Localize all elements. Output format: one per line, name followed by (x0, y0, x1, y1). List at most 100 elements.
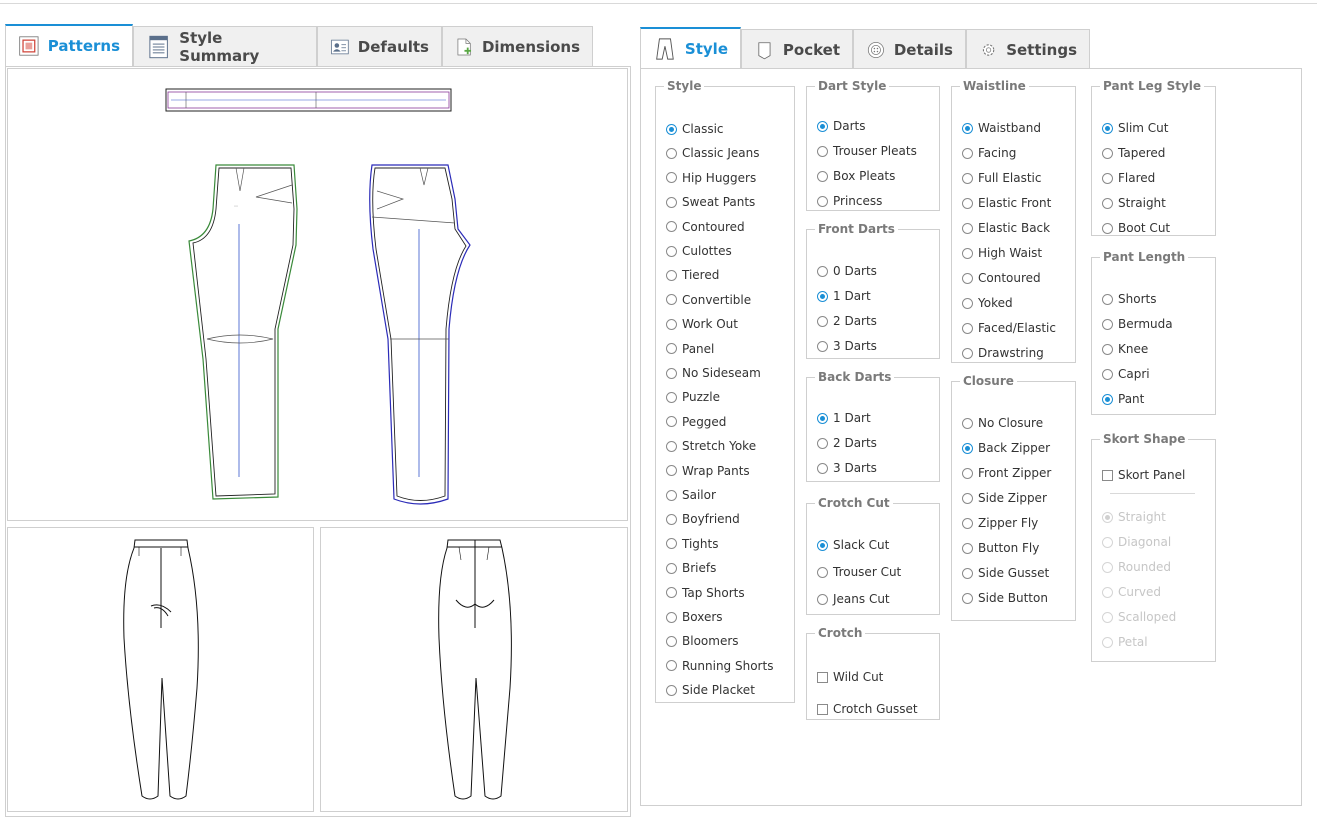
radio-front-darts-0-darts[interactable]: 0 Darts (817, 264, 877, 278)
radio-pant-length-shorts[interactable]: Shorts (1102, 292, 1156, 306)
radio-pant-leg-style-straight[interactable]: Straight (1102, 196, 1166, 210)
radio-button[interactable] (962, 592, 973, 604)
pattern-pieces-view[interactable]: :::: (7, 68, 628, 521)
radio-button[interactable] (817, 290, 828, 302)
radio-button[interactable] (666, 489, 677, 501)
radio-closure-side-gusset[interactable]: Side Gusset (962, 566, 1049, 580)
radio-waistline-elastic-back[interactable]: Elastic Back (962, 221, 1050, 235)
radio-button[interactable] (962, 172, 973, 184)
radio-button[interactable] (1102, 393, 1113, 405)
radio-button[interactable] (666, 611, 677, 623)
radio-dart-style-box-pleats[interactable]: Box Pleats (817, 169, 895, 183)
radio-button[interactable] (817, 145, 828, 157)
radio-button[interactable] (962, 467, 973, 479)
radio-front-darts-1-dart[interactable]: 1 Dart (817, 289, 871, 303)
radio-button[interactable] (962, 272, 973, 284)
back-view-pane[interactable] (320, 527, 628, 812)
radio-button[interactable] (817, 315, 828, 327)
tab-pocket[interactable]: Pocket (741, 29, 853, 69)
tab-dimensions[interactable]: Dimensions (442, 26, 593, 66)
tab-settings[interactable]: Settings (966, 29, 1090, 69)
radio-style-classic[interactable]: Classic (666, 122, 724, 136)
radio-button[interactable] (962, 567, 973, 579)
radio-button[interactable] (666, 513, 677, 525)
tab-style-summary[interactable]: Style Summary (133, 26, 317, 66)
checkbox-box[interactable] (817, 671, 828, 683)
radio-crotch-cut-jeans-cut[interactable]: Jeans Cut (817, 592, 890, 606)
radio-button[interactable] (817, 412, 828, 424)
radio-button[interactable] (666, 196, 677, 208)
radio-button[interactable] (666, 635, 677, 647)
radio-front-darts-3-darts[interactable]: 3 Darts (817, 339, 877, 353)
radio-closure-back-zipper[interactable]: Back Zipper (962, 441, 1050, 455)
radio-style-wrap-pants[interactable]: Wrap Pants (666, 464, 750, 478)
radio-style-briefs[interactable]: Briefs (666, 561, 716, 575)
radio-button[interactable] (962, 322, 973, 334)
radio-button[interactable] (666, 269, 677, 281)
radio-style-panel[interactable]: Panel (666, 342, 714, 356)
front-view-pane[interactable] (7, 527, 314, 812)
radio-style-classic-jeans[interactable]: Classic Jeans (666, 146, 759, 160)
radio-button[interactable] (666, 147, 677, 159)
radio-button[interactable] (666, 684, 677, 696)
radio-style-culottes[interactable]: Culottes (666, 244, 732, 258)
radio-button[interactable] (817, 437, 828, 449)
radio-button[interactable] (666, 294, 677, 306)
radio-waistline-yoked[interactable]: Yoked (962, 296, 1013, 310)
radio-waistline-waistband[interactable]: Waistband (962, 121, 1041, 135)
radio-back-darts-3-darts[interactable]: 3 Darts (817, 461, 877, 475)
radio-button[interactable] (962, 122, 973, 134)
radio-waistline-high-waist[interactable]: High Waist (962, 246, 1042, 260)
radio-button[interactable] (1102, 197, 1113, 209)
radio-button[interactable] (962, 492, 973, 504)
radio-button[interactable] (962, 222, 973, 234)
radio-style-stretch-yoke[interactable]: Stretch Yoke (666, 439, 756, 453)
tab-defaults[interactable]: Defaults (317, 26, 442, 66)
radio-button[interactable] (962, 197, 973, 209)
radio-style-side-placket[interactable]: Side Placket (666, 683, 755, 697)
radio-closure-no-closure[interactable]: No Closure (962, 416, 1043, 430)
radio-pant-length-bermuda[interactable]: Bermuda (1102, 317, 1173, 331)
radio-button[interactable] (666, 343, 677, 355)
radio-style-pegged[interactable]: Pegged (666, 415, 726, 429)
radio-button[interactable] (962, 147, 973, 159)
radio-button[interactable] (962, 517, 973, 529)
radio-button[interactable] (1102, 147, 1113, 159)
radio-crotch-cut-trouser-cut[interactable]: Trouser Cut (817, 565, 901, 579)
radio-button[interactable] (817, 566, 828, 578)
radio-button[interactable] (666, 391, 677, 403)
radio-style-convertible[interactable]: Convertible (666, 293, 751, 307)
radio-button[interactable] (817, 462, 828, 474)
radio-button[interactable] (962, 442, 973, 454)
radio-button[interactable] (666, 440, 677, 452)
radio-pant-length-pant[interactable]: Pant (1102, 392, 1144, 406)
radio-style-sweat-pants[interactable]: Sweat Pants (666, 195, 755, 209)
radio-closure-button-fly[interactable]: Button Fly (962, 541, 1039, 555)
radio-pant-length-knee[interactable]: Knee (1102, 342, 1148, 356)
radio-waistline-faced-elastic[interactable]: Faced/Elastic (962, 321, 1056, 335)
radio-button[interactable] (962, 542, 973, 554)
radio-button[interactable] (1102, 368, 1113, 380)
radio-style-boyfriend[interactable]: Boyfriend (666, 512, 740, 526)
radio-style-tap-shorts[interactable]: Tap Shorts (666, 586, 745, 600)
radio-style-work-out[interactable]: Work Out (666, 317, 738, 331)
radio-button[interactable] (666, 245, 677, 257)
radio-button[interactable] (962, 247, 973, 259)
radio-style-running-shorts[interactable]: Running Shorts (666, 659, 773, 673)
radio-pant-leg-style-slim-cut[interactable]: Slim Cut (1102, 121, 1168, 135)
radio-button[interactable] (1102, 122, 1113, 134)
radio-waistline-drawstring[interactable]: Drawstring (962, 346, 1044, 360)
radio-waistline-contoured[interactable]: Contoured (962, 271, 1041, 285)
radio-button[interactable] (1102, 172, 1113, 184)
radio-button[interactable] (1102, 293, 1113, 305)
radio-closure-side-button[interactable]: Side Button (962, 591, 1048, 605)
radio-button[interactable] (1102, 343, 1113, 355)
radio-pant-leg-style-flared[interactable]: Flared (1102, 171, 1155, 185)
radio-dart-style-princess[interactable]: Princess (817, 194, 882, 208)
radio-button[interactable] (962, 417, 973, 429)
radio-back-darts-2-darts[interactable]: 2 Darts (817, 436, 877, 450)
radio-button[interactable] (666, 660, 677, 672)
radio-button[interactable] (666, 221, 677, 233)
radio-closure-zipper-fly[interactable]: Zipper Fly (962, 516, 1038, 530)
radio-button[interactable] (666, 172, 677, 184)
